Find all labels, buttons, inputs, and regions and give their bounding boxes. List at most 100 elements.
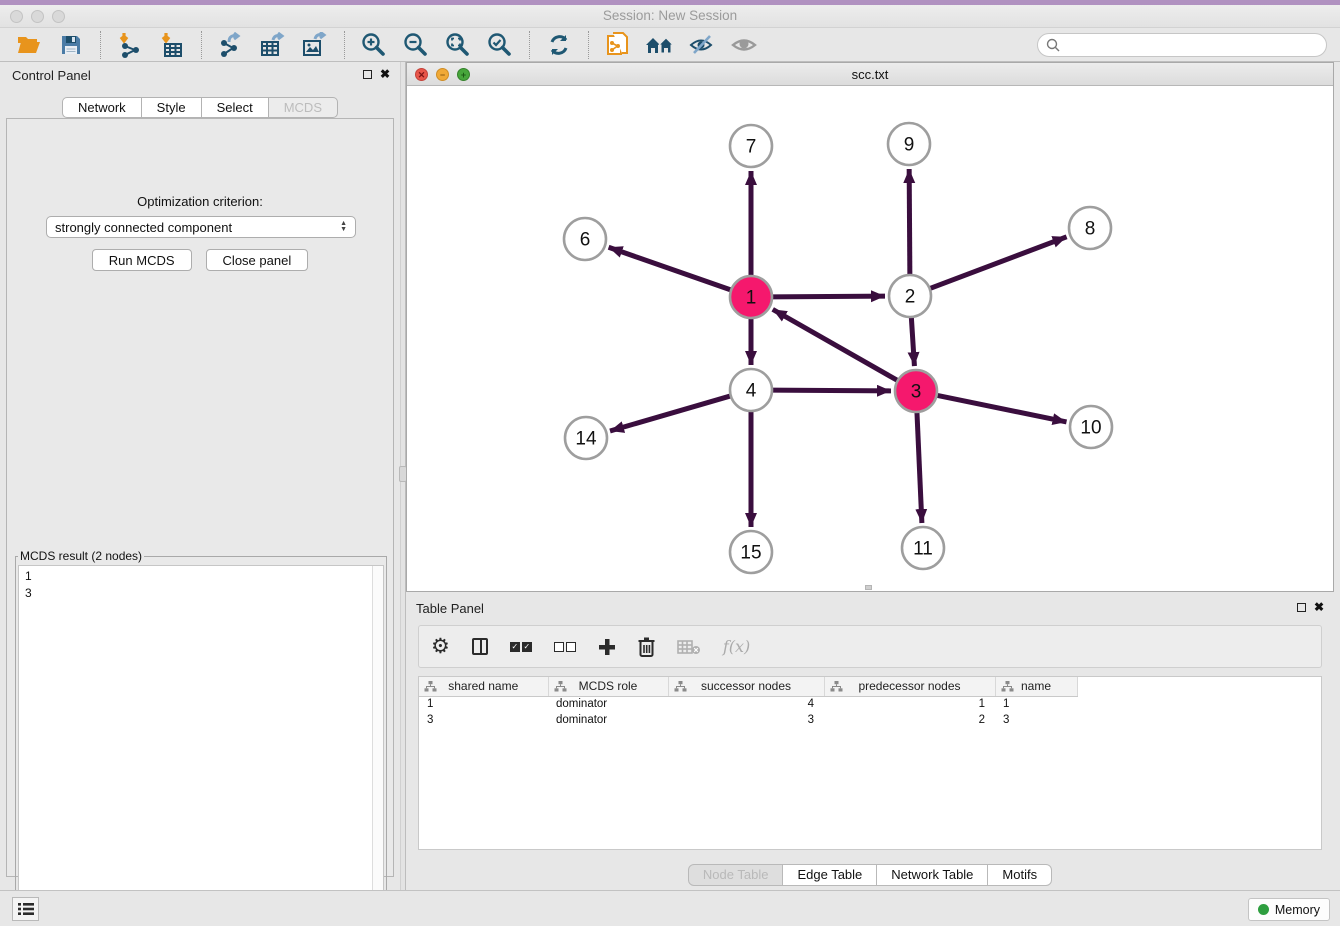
float-panel-icon[interactable] <box>363 70 372 79</box>
column-header-predecessor-nodes[interactable]: predecessor nodes <box>824 677 995 696</box>
refresh-layout-icon[interactable] <box>544 30 574 60</box>
edge-3-11[interactable] <box>917 411 922 523</box>
result-line: 1 <box>25 568 371 585</box>
zoom-in-icon[interactable] <box>359 30 389 60</box>
first-neighbors-icon[interactable] <box>645 30 675 60</box>
column-header-name[interactable]: name <box>995 677 1077 696</box>
select-all-icon[interactable]: ✓✓ <box>510 634 532 660</box>
table-cell[interactable]: dominator <box>548 696 668 712</box>
node-label-9: 9 <box>904 135 915 156</box>
float-panel-icon[interactable] <box>1297 603 1306 612</box>
node-table: shared nameMCDS rolesuccessor nodesprede… <box>419 677 1078 728</box>
optimization-dropdown[interactable]: strongly connected component ▲▼ <box>46 216 356 238</box>
result-line: 3 <box>25 585 371 602</box>
column-header-successor-nodes[interactable]: successor nodes <box>668 677 824 696</box>
scrollbar[interactable] <box>372 566 383 923</box>
zoom-selected-icon[interactable] <box>485 30 515 60</box>
tab-style[interactable]: Style <box>141 97 202 118</box>
edge-4-3[interactable] <box>771 390 891 391</box>
table-cell[interactable]: 3 <box>419 712 548 728</box>
split-columns-icon[interactable] <box>472 634 488 660</box>
edge-2-8[interactable] <box>929 237 1067 289</box>
import-table-icon[interactable] <box>157 30 187 60</box>
save-session-icon[interactable] <box>56 30 86 60</box>
table-cell[interactable]: 4 <box>668 696 824 712</box>
optimization-label: Optimization criterion: <box>7 194 393 209</box>
table-panel-title: Table Panel <box>416 601 484 616</box>
tab-select[interactable]: Select <box>201 97 269 118</box>
node-label-4: 4 <box>746 381 757 402</box>
table-cell[interactable]: 1 <box>824 696 995 712</box>
edge-4-14[interactable] <box>610 396 732 431</box>
table-cell[interactable]: 1 <box>419 696 548 712</box>
task-history-button[interactable] <box>12 897 39 921</box>
run-mcds-button[interactable]: Run MCDS <box>92 249 192 271</box>
tab-network[interactable]: Network <box>62 97 142 118</box>
edge-1-6[interactable] <box>609 247 733 290</box>
settings-gear-icon[interactable]: ⚙ <box>431 634 450 660</box>
delete-table-icon <box>677 634 701 660</box>
column-type-icon <box>674 681 687 695</box>
app-window: Session: New Session <box>0 0 1340 926</box>
hide-selected-icon[interactable] <box>687 30 717 60</box>
node-label-14: 14 <box>575 429 597 450</box>
zoom-out-icon[interactable] <box>401 30 431 60</box>
edge-2-3[interactable] <box>911 316 914 366</box>
table-cell[interactable]: 3 <box>668 712 824 728</box>
close-panel-icon[interactable]: ✖ <box>1314 602 1324 612</box>
memory-button[interactable]: Memory <box>1248 898 1330 921</box>
tab-network-table[interactable]: Network Table <box>876 864 988 886</box>
toolbar-separator <box>588 31 589 59</box>
table-cell[interactable]: 3 <box>995 712 1077 728</box>
open-file-icon[interactable] <box>14 30 44 60</box>
column-type-icon <box>554 681 567 695</box>
node-label-15: 15 <box>740 543 761 564</box>
close-panel-button[interactable]: Close panel <box>206 249 309 271</box>
column-header-mcds-role[interactable]: MCDS role <box>548 677 668 696</box>
column-type-icon <box>424 681 437 695</box>
node-label-3: 3 <box>911 382 922 403</box>
control-panel-header: Control Panel ✖ <box>0 62 400 88</box>
add-column-icon[interactable] <box>598 634 616 660</box>
node-label-8: 8 <box>1085 219 1096 240</box>
deselect-all-icon[interactable] <box>554 634 576 660</box>
column-header-shared-name[interactable]: shared name <box>419 677 548 696</box>
table-row[interactable]: 3dominator323 <box>419 712 1077 728</box>
edge-1-2[interactable] <box>771 296 885 297</box>
delete-column-icon[interactable] <box>638 634 655 660</box>
table-cell[interactable]: 1 <box>995 696 1077 712</box>
tab-edge-table[interactable]: Edge Table <box>782 864 877 886</box>
export-table-icon[interactable] <box>258 30 288 60</box>
mcds-panel: Optimization criterion: strongly connect… <box>6 118 394 877</box>
status-bar: Memory <box>0 890 1340 926</box>
search-input[interactable] <box>1065 38 1315 53</box>
resize-grip-icon[interactable] <box>865 585 872 590</box>
network-canvas[interactable]: 7968124314101511 <box>407 86 1333 591</box>
import-network-icon[interactable] <box>115 30 145 60</box>
control-panel: Control Panel ✖ NetworkStyleSelectMCDS O… <box>0 62 400 890</box>
network-window-title: scc.txt <box>407 67 1333 82</box>
tab-mcds[interactable]: MCDS <box>268 97 338 118</box>
search-field[interactable] <box>1037 33 1327 57</box>
tab-motifs[interactable]: Motifs <box>987 864 1052 886</box>
export-network-icon[interactable] <box>216 30 246 60</box>
table-cell[interactable]: dominator <box>548 712 668 728</box>
mcds-result-box: MCDS result (2 nodes) 13 <box>15 549 387 926</box>
control-panel-tabs: NetworkStyleSelectMCDS <box>0 97 400 118</box>
column-type-icon <box>830 681 843 695</box>
node-label-11: 11 <box>913 539 933 560</box>
close-panel-icon[interactable]: ✖ <box>380 69 390 79</box>
network-window-titlebar[interactable]: ✕ − + scc.txt <box>407 63 1333 86</box>
mcds-result-list: 13 <box>19 566 371 923</box>
export-image-icon[interactable] <box>300 30 330 60</box>
duplicate-network-icon[interactable] <box>603 30 633 60</box>
edge-3-10[interactable] <box>936 395 1067 422</box>
edge-2-9[interactable] <box>909 169 910 276</box>
table-toolbar: ⚙ ✓✓ f(x) <box>418 625 1322 668</box>
mcds-result-area[interactable]: 13 <box>18 565 384 924</box>
table-cell[interactable]: 2 <box>824 712 995 728</box>
table-row[interactable]: 1dominator411 <box>419 696 1077 712</box>
zoom-fit-icon[interactable] <box>443 30 473 60</box>
edge-3-1[interactable] <box>773 309 899 381</box>
tab-node-table[interactable]: Node Table <box>688 864 784 886</box>
